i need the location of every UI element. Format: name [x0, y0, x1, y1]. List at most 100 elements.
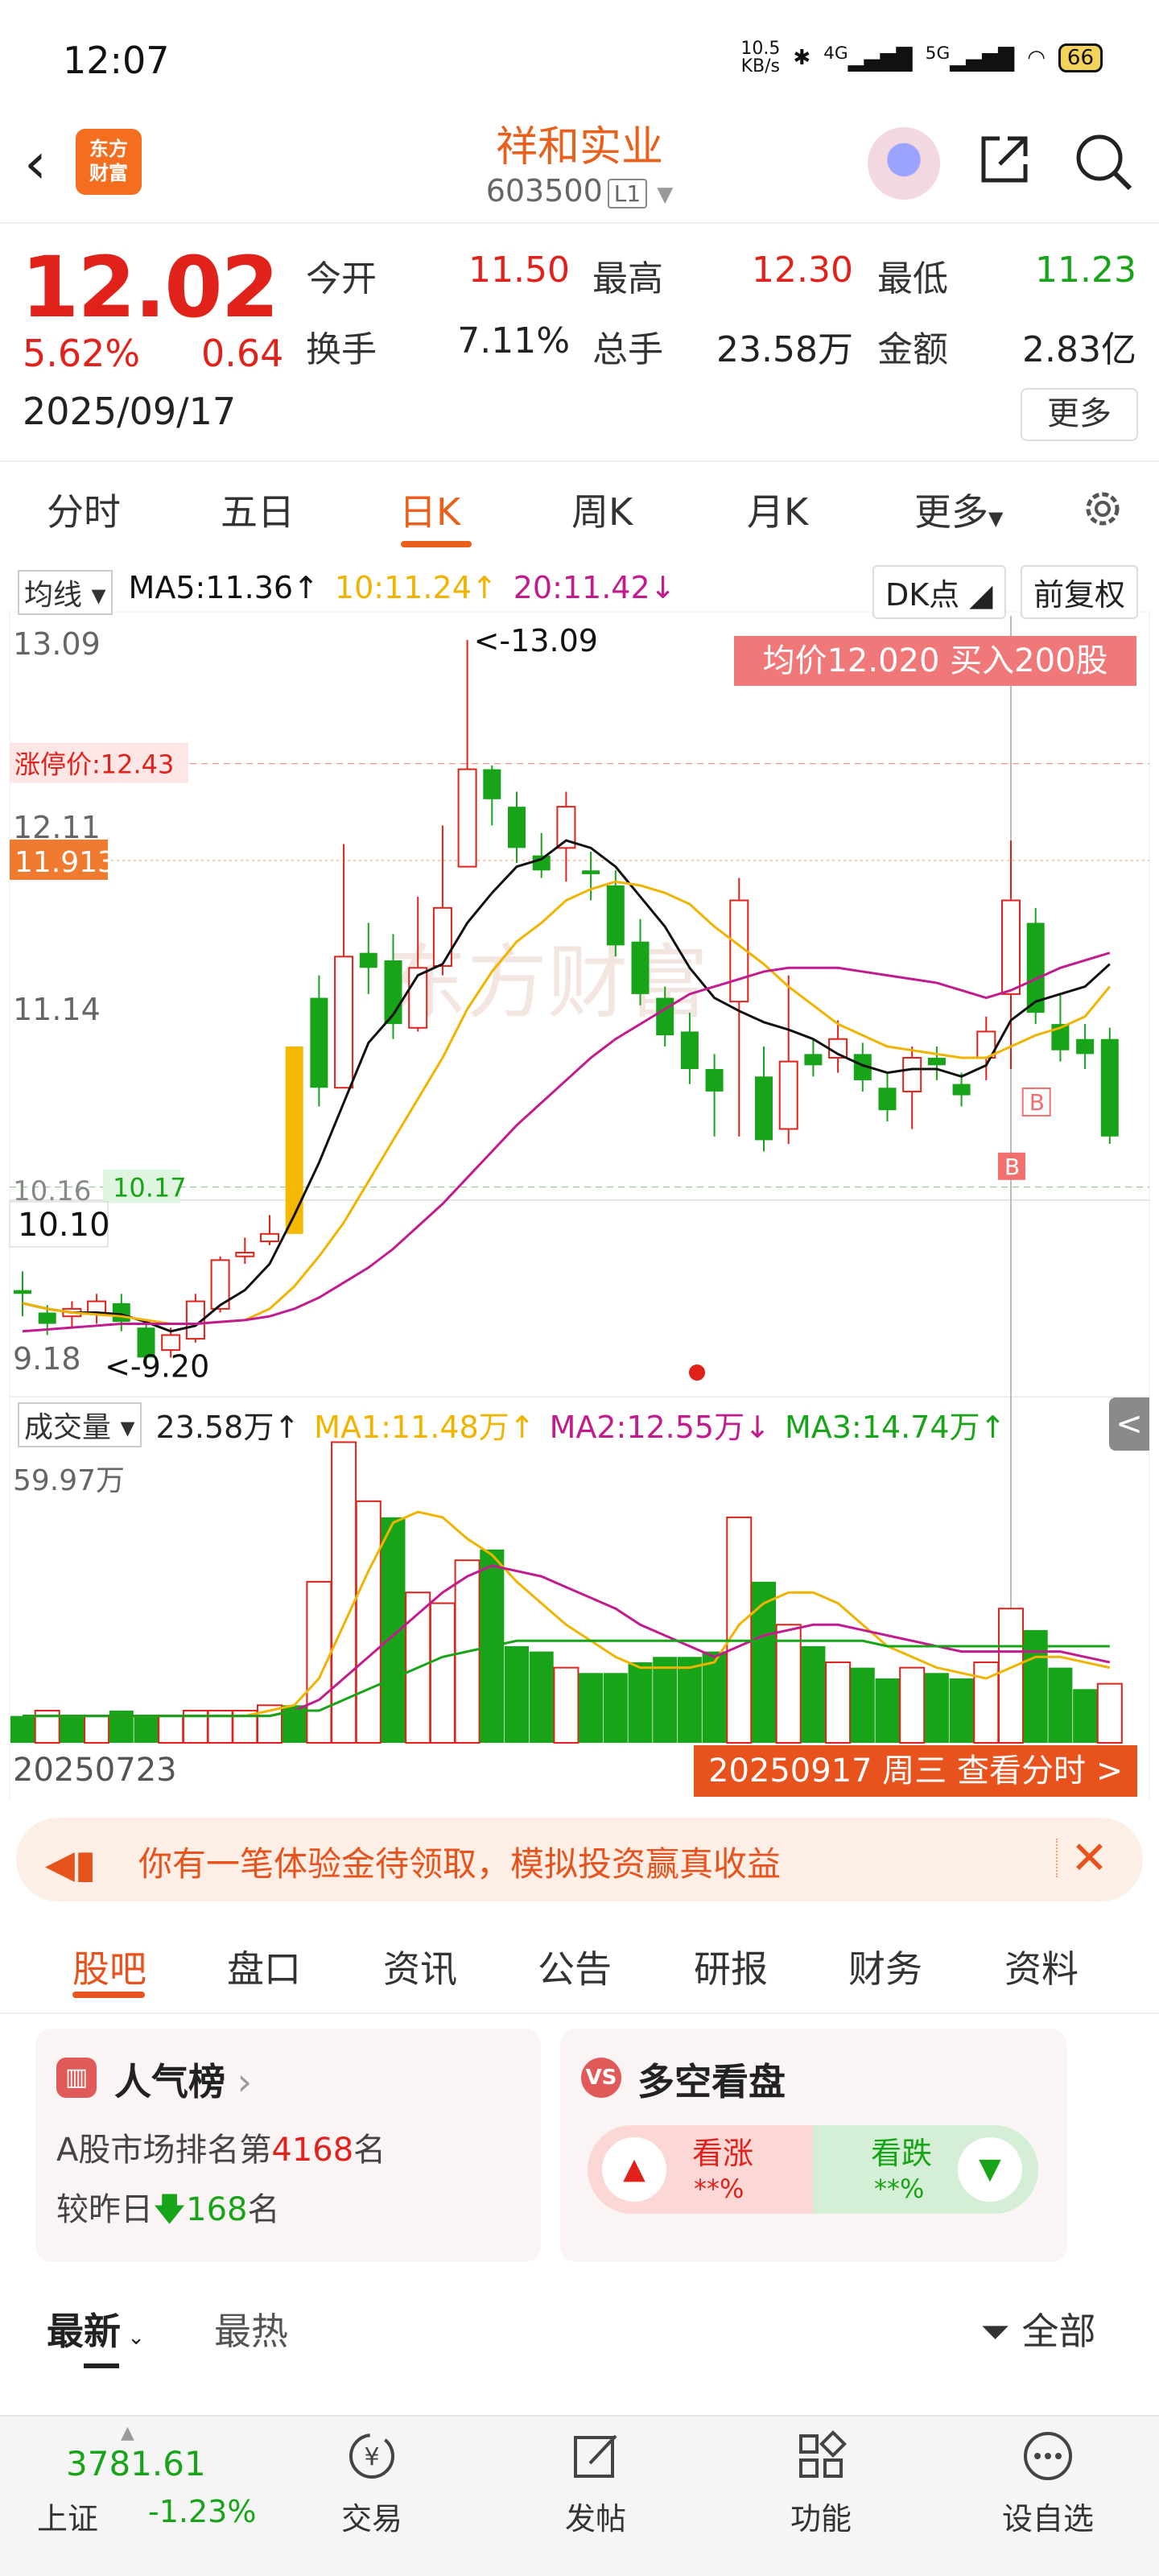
nav-trade[interactable]: ¥ 交易 — [307, 2428, 436, 2538]
candle-body — [680, 1031, 699, 1069]
low-label: 最低 — [877, 258, 948, 299]
vol-ma3-legend: MA3:14.74万↑ — [784, 1410, 1006, 1445]
amount-label: 金额 — [877, 329, 948, 370]
amount-value: 2.83亿 — [1022, 329, 1136, 370]
index-percent[interactable]: -1.23% — [148, 2494, 256, 2529]
volume-bar — [429, 1602, 456, 1744]
long-short-title: 多空看盘 — [637, 2060, 786, 2103]
candle-body — [457, 768, 477, 868]
dk-point-button[interactable]: DK点 ◢ — [872, 565, 1006, 619]
buy-marker: B — [1004, 1154, 1020, 1180]
nav-functions[interactable]: 功能 — [757, 2428, 885, 2538]
ma-selector[interactable]: 均线 ▾ — [18, 570, 113, 615]
status-time: 12:07 — [63, 39, 170, 82]
subtab-announcements[interactable]: 公告 — [538, 1940, 612, 1993]
bluetooth-icon: ✱ — [793, 46, 811, 70]
quote-date: 2025/09/17 — [23, 390, 237, 433]
view-intraday-button[interactable]: 20250917 周三 查看分时 > — [694, 1745, 1138, 1797]
subtab-research[interactable]: 研报 — [694, 1940, 768, 1993]
chevron-down-icon: ▼ — [657, 183, 674, 207]
index-name[interactable]: 上证 — [37, 2494, 98, 2538]
volume-bar — [355, 1500, 382, 1744]
volume-label: 总手 — [592, 329, 663, 370]
filter-newest[interactable]: 最新 ⌄ — [47, 2302, 145, 2355]
active-filter-indicator — [84, 2363, 119, 2368]
high-marker: <-13.09 — [474, 623, 598, 658]
divider — [0, 2013, 1159, 2014]
volume-bar — [1096, 1682, 1123, 1744]
tab-five-day[interactable]: 五日 — [221, 483, 295, 536]
filter-hot[interactable]: 最热 — [214, 2302, 288, 2355]
share-icon[interactable] — [975, 130, 1033, 188]
caret-up-icon: ▲ — [121, 2423, 134, 2443]
subtab-news[interactable]: 资讯 — [383, 1940, 457, 1993]
volume-bar — [949, 1678, 974, 1743]
nav-post[interactable]: 发帖 — [531, 2428, 660, 2538]
volume-bar — [505, 1645, 529, 1743]
promo-text[interactable]: 你有一笔体验金待领取，模拟投资赢真收益 — [138, 1837, 781, 1886]
search-icon[interactable] — [1072, 130, 1133, 192]
volume-bar — [60, 1715, 85, 1743]
net-speed: 10.5 KB/s — [740, 39, 781, 76]
grid-icon — [799, 2430, 847, 2478]
tab-day-k[interactable]: 日K — [399, 483, 460, 536]
subtab-orderbook[interactable]: 盘口 — [227, 1940, 301, 1993]
volume-bar — [875, 1678, 900, 1743]
adjust-button[interactable]: 前复权 — [1021, 565, 1139, 619]
candle-body — [878, 1088, 897, 1111]
ma-lines-layer — [22, 839, 1111, 1333]
y-axis-tick: 9.18 — [13, 1341, 81, 1377]
cursor-price-tag: 11.913 — [14, 846, 116, 879]
filter-all[interactable]: ⏷ 全部 — [980, 2302, 1095, 2355]
kline-chart[interactable]: 东方财富 59.97万 13.0912.1111.1410.169.18涨停价:… — [0, 559, 1159, 1799]
tab-week-k[interactable]: 周K — [571, 483, 633, 536]
stock-code: 603500 — [485, 173, 603, 208]
arrow-down-icon[interactable]: ▼ — [958, 2137, 1022, 2202]
collapse-toggle[interactable]: < — [1109, 1397, 1149, 1451]
candle-body — [755, 1076, 773, 1141]
divider — [0, 460, 1159, 462]
funnel-icon: ⏷ — [980, 2310, 1010, 2353]
tab-intraday[interactable]: 分时 — [47, 483, 121, 536]
volume-selector[interactable]: 成交量 ▾ — [18, 1402, 142, 1447]
popularity-delta: 较昨日🡇168名 — [56, 2191, 280, 2228]
volume-bar — [775, 1624, 802, 1744]
level1-badge: L1 — [607, 179, 648, 208]
assistant-avatar[interactable] — [868, 127, 940, 200]
close-icon[interactable]: ✕ — [1070, 1832, 1108, 1885]
tab-more[interactable]: 更多▼ — [914, 483, 1003, 536]
low-value: 11.23 — [1035, 250, 1136, 291]
candle-body — [1100, 1038, 1119, 1137]
volume-bar — [553, 1666, 580, 1744]
index-value[interactable]: 3781.61 — [66, 2444, 206, 2483]
candle-body — [483, 769, 501, 799]
candle-body — [927, 1058, 946, 1066]
ma20-legend: 20:11.42↓ — [513, 570, 676, 605]
gear-icon[interactable] — [1079, 485, 1127, 533]
candle-body — [14, 1290, 31, 1294]
candle-body — [285, 1046, 303, 1234]
candle-body — [778, 1060, 798, 1130]
more-quote-button[interactable]: 更多 — [1021, 388, 1138, 441]
candle-body — [606, 885, 625, 946]
bearish-label: 看跌 — [871, 2136, 933, 2171]
popularity-title[interactable]: 人气榜 › — [114, 2053, 252, 2106]
tab-month-k[interactable]: 月K — [747, 483, 808, 536]
signal-4g-icon: 4G▂▄▆█ — [823, 43, 913, 72]
volume-bar — [924, 1673, 949, 1743]
bearish-value: **% — [874, 2174, 925, 2204]
chart-frame — [9, 611, 1150, 1799]
nav-add-watchlist[interactable]: 设自选 — [984, 2428, 1112, 2538]
volume-bar — [134, 1715, 159, 1743]
candle-body — [804, 1054, 823, 1066]
subtab-forum[interactable]: 股吧 — [72, 1940, 146, 1993]
subtab-profile[interactable]: 资料 — [1004, 1940, 1079, 1993]
volume-bars-layer: 59.97万 — [10, 1441, 1123, 1744]
arrow-up-icon[interactable]: ▲ — [602, 2137, 666, 2202]
svg-text:¥: ¥ — [364, 2443, 379, 2471]
candle-body — [1076, 1038, 1095, 1055]
ma-legend: 均线 ▾ MA5:11.36↑ 10:11.24↑ 20:11.42↓ — [18, 570, 676, 615]
subtab-financials[interactable]: 财务 — [848, 1940, 922, 1993]
volume-bar — [603, 1673, 628, 1743]
volume-bar — [850, 1667, 875, 1743]
